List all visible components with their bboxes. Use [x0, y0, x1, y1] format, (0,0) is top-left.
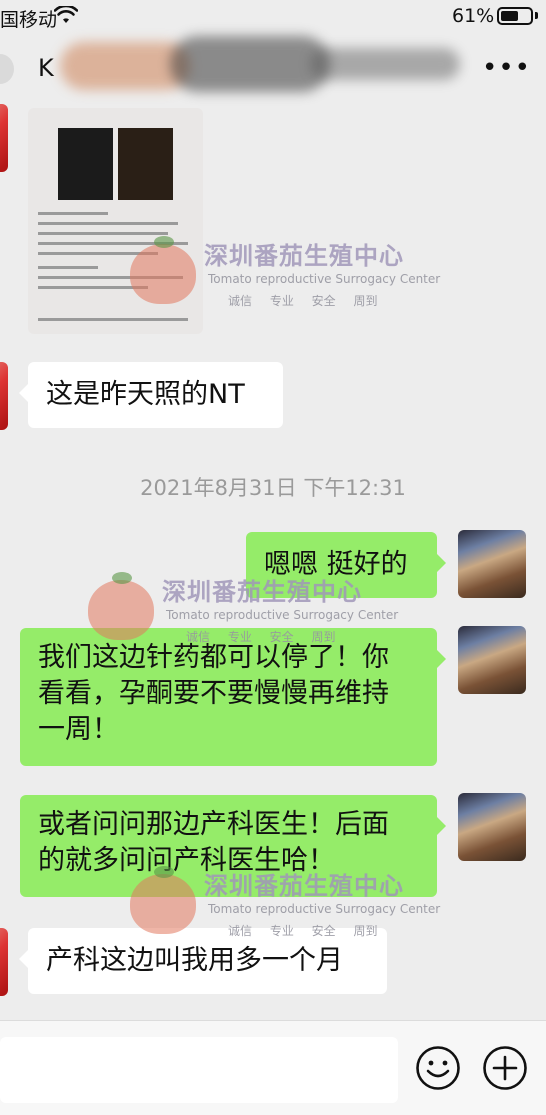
watermark-subtitle: Tomato reproductive Surrogacy Center: [166, 608, 399, 622]
watermark-subtitle: Tomato reproductive Surrogacy Center: [208, 272, 441, 286]
report-text-line: [38, 276, 183, 279]
message-text: 嗯嗯 挺好的: [264, 549, 408, 580]
battery-percent: 61%: [452, 5, 495, 27]
report-text-line: [38, 318, 188, 321]
my-avatar[interactable]: [458, 793, 526, 861]
outgoing-message[interactable]: 或者问问那边产科医生！后面 的就多问问产科医生哈！: [20, 795, 446, 897]
contact-avatar[interactable]: [0, 362, 8, 430]
message-timestamp: 2021年8月31日 下午12:31: [140, 476, 406, 500]
incoming-message[interactable]: 这是昨天照的NT: [19, 362, 283, 428]
report-text-line: [38, 232, 168, 235]
battery-level: [501, 11, 518, 21]
incoming-message[interactable]: 产科这边叫我用多一个月: [19, 928, 387, 994]
battery-tip: [535, 12, 538, 19]
back-button[interactable]: [0, 54, 14, 84]
report-text-line: [38, 222, 178, 225]
report-text-line: [38, 242, 188, 245]
outgoing-message[interactable]: 嗯嗯 挺好的: [246, 532, 446, 598]
battery-icon: [497, 7, 533, 25]
carrier-label: 国移动: [0, 9, 58, 31]
message-text: 产科这边叫我用多一个月: [46, 945, 343, 976]
leaf-icon: [112, 572, 132, 584]
message-line: 的就多问问产科医生哈！: [38, 845, 335, 876]
report-text-line: [38, 266, 98, 269]
redaction-blur: [310, 48, 460, 80]
chat-header: K •••: [0, 34, 546, 104]
wifi-icon: [54, 6, 78, 23]
my-avatar[interactable]: [458, 530, 526, 598]
watermark-subtitle: Tomato reproductive Surrogacy Center: [208, 902, 441, 916]
message-line: 或者问问那边产科医生！后面: [38, 809, 389, 840]
message-input[interactable]: [0, 1037, 398, 1103]
message-text: 这是昨天照的NT: [46, 379, 245, 410]
input-bar: [0, 1020, 546, 1115]
my-avatar[interactable]: [458, 626, 526, 694]
message-line: 一周！: [38, 714, 119, 745]
watermark-tagline: 诚信 专业 安全 周到: [228, 294, 378, 308]
more-icon[interactable]: •••: [482, 55, 531, 81]
chat-messages[interactable]: 这是昨天照的NT 2021年8月31日 下午12:31 嗯嗯 挺好的 我们这边针…: [0, 104, 546, 1020]
report-text-line: [38, 252, 158, 255]
message-line: 看看，孕酮要不要慢慢再维持: [38, 678, 389, 709]
outgoing-message[interactable]: 我们这边针药都可以停了！你 看看，孕酮要不要慢慢再维持 一周！: [20, 628, 446, 766]
redaction-blur: [170, 36, 330, 92]
message-line: 我们这边针药都可以停了！你: [38, 642, 389, 673]
report-text-line: [38, 286, 148, 289]
chat-title: K: [38, 54, 54, 82]
plus-circle-icon[interactable]: [482, 1045, 528, 1091]
report-text-line: [38, 212, 108, 215]
status-bar: 国移动 61%: [0, 0, 546, 34]
ultrasound-report-image[interactable]: [28, 108, 203, 334]
watermark-title: 深圳番茄生殖中心: [204, 242, 404, 270]
contact-avatar[interactable]: [0, 928, 8, 996]
contact-avatar[interactable]: [0, 104, 8, 172]
emoji-icon[interactable]: [415, 1045, 461, 1091]
ultrasound-scan: [118, 128, 173, 200]
ultrasound-scan: [58, 128, 113, 200]
